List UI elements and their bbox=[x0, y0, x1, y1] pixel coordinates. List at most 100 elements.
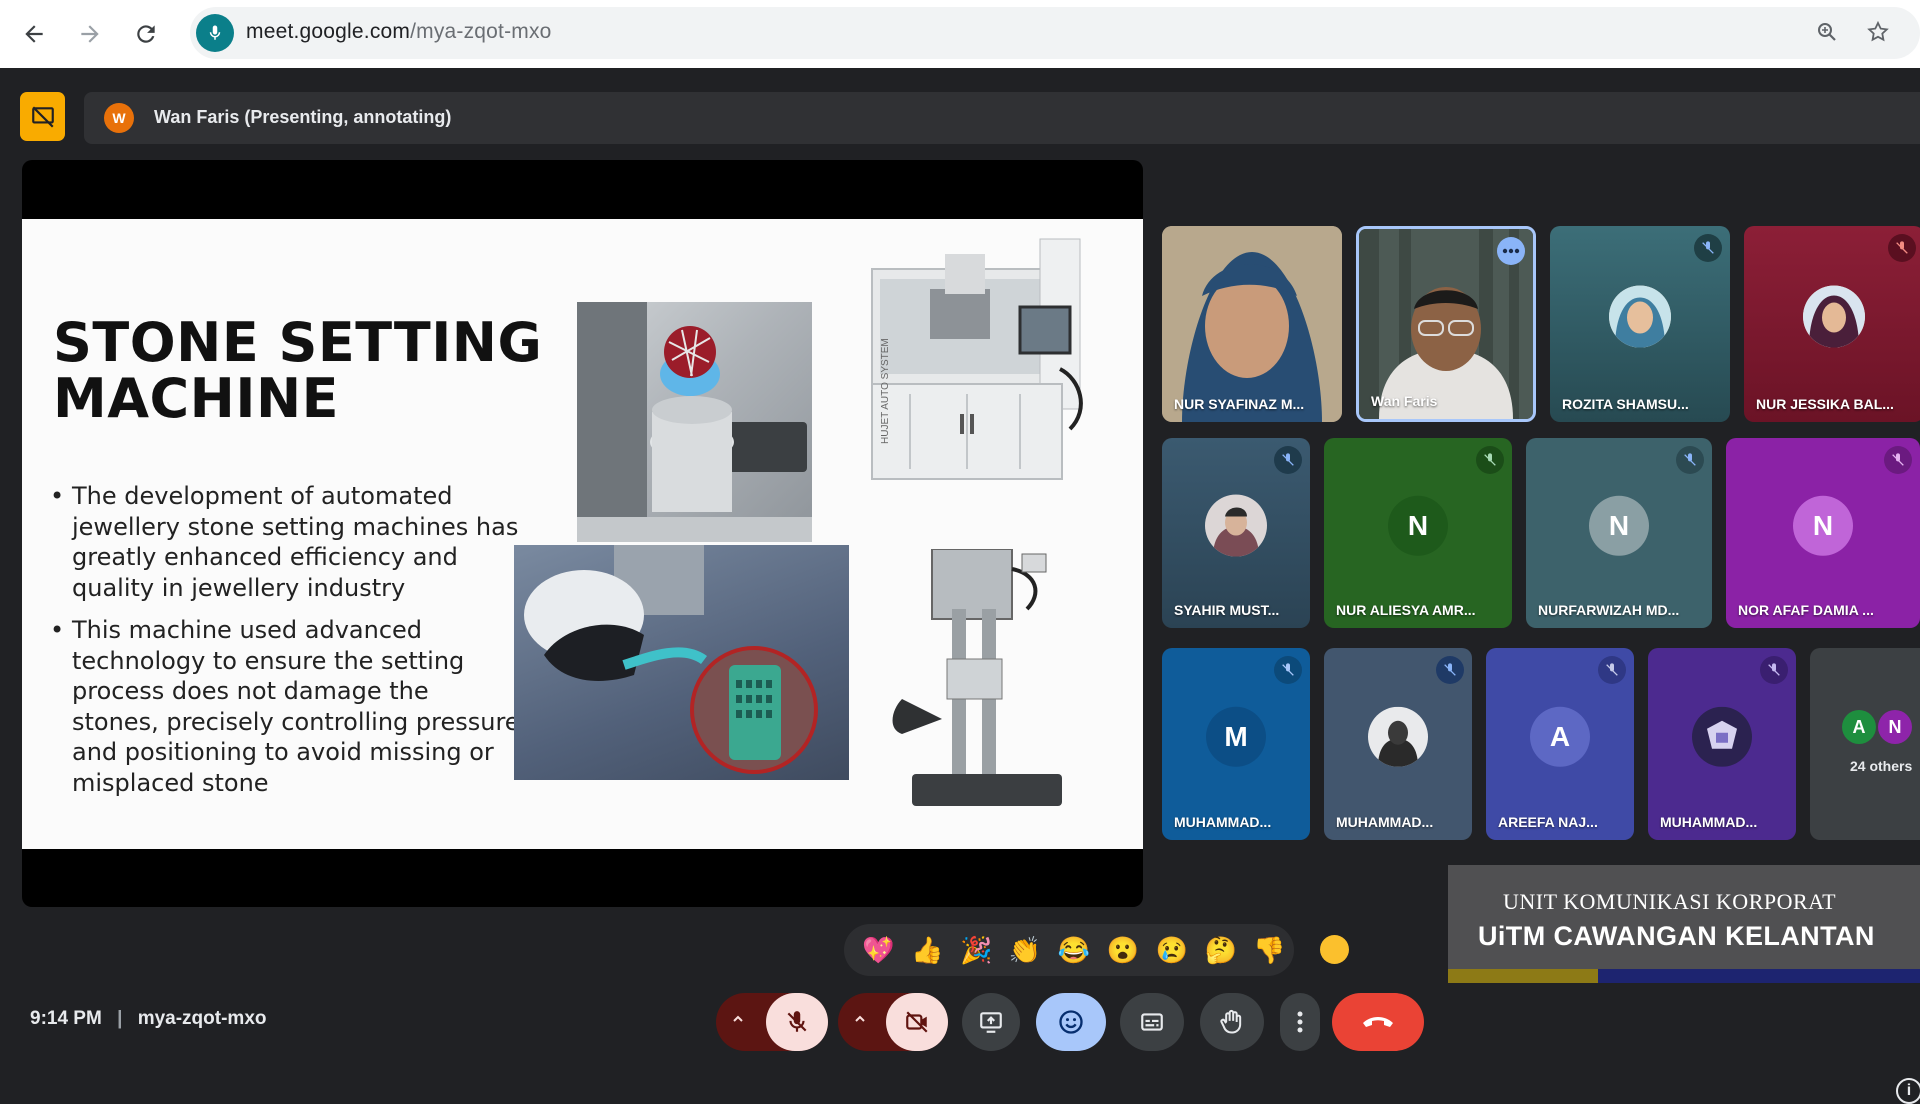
hang-up-icon bbox=[1363, 1017, 1393, 1027]
watermark-line2: UiTM CAWANGAN KELANTAN bbox=[1478, 921, 1875, 951]
participant-tile-6[interactable]: N NUR ALIESYA AMR... bbox=[1324, 438, 1512, 628]
reactions-bar: 💖 👍 🎉 👏 😂 😮 😢 🤔 👎 bbox=[844, 924, 1294, 976]
others-tile[interactable]: A N 24 others bbox=[1810, 648, 1920, 840]
camera-off-button[interactable] bbox=[886, 993, 948, 1051]
more-dots-icon[interactable] bbox=[1497, 237, 1525, 265]
mic-control-group bbox=[716, 993, 828, 1051]
camera-options-chevron-icon[interactable] bbox=[852, 1011, 868, 1032]
captions-button[interactable] bbox=[1120, 993, 1184, 1051]
participant-tile-10[interactable]: MUHAMMAD... bbox=[1324, 648, 1472, 840]
mic-off-icon bbox=[787, 1011, 807, 1032]
meeting-code[interactable]: mya-zqot-mxo bbox=[138, 1008, 267, 1029]
star-icon[interactable] bbox=[1866, 20, 1890, 51]
slide: STONE SETTING MACHINE The development of… bbox=[22, 219, 1143, 849]
participant-name: MUHAMMAD... bbox=[1174, 814, 1272, 830]
mic-off-icon bbox=[1884, 446, 1912, 474]
participant-initial: M bbox=[1206, 706, 1266, 767]
participant-tile-7[interactable]: N NURFARWIZAH MD... bbox=[1526, 438, 1712, 628]
participant-tile-1[interactable]: NUR SYAFINAZ M... bbox=[1162, 226, 1342, 422]
slide-bullets: The development of automated jewellery s… bbox=[50, 481, 520, 810]
participant-name: ROZITA SHAMSU... bbox=[1562, 396, 1689, 412]
presenter-bar: W Wan Faris (Presenting, annotating) bbox=[84, 92, 1920, 144]
participant-name: Wan Faris bbox=[1371, 393, 1438, 409]
participant-name: NUR JESSIKA BAL... bbox=[1756, 396, 1894, 412]
skin-tone-picker[interactable] bbox=[1320, 935, 1349, 964]
mic-off-icon bbox=[1436, 656, 1464, 684]
url-host: meet.google.com bbox=[246, 20, 411, 43]
participant-name: MUHAMMAD... bbox=[1660, 814, 1758, 830]
leave-call-button[interactable] bbox=[1332, 993, 1424, 1051]
reaction-thinking[interactable]: 🤔 bbox=[1196, 928, 1245, 972]
reaction-laugh[interactable]: 😂 bbox=[1050, 928, 1099, 972]
mic-options-chevron-icon[interactable] bbox=[730, 1011, 746, 1032]
participant-tile-11[interactable]: A AREEFA NAJ... bbox=[1486, 648, 1634, 840]
participant-tile-8[interactable]: N NOR AFAF DAMIA ... bbox=[1726, 438, 1920, 628]
participant-name: NUR ALIESYA AMR... bbox=[1336, 602, 1476, 618]
photo-setting-closeup bbox=[514, 545, 849, 780]
mic-off-icon bbox=[1274, 446, 1302, 474]
mic-off-button[interactable] bbox=[766, 993, 828, 1051]
slide-title: STONE SETTING MACHINE bbox=[53, 315, 542, 427]
participant-initial: N bbox=[1589, 495, 1649, 556]
photo-auto-machine: HUJET AUTO SYSTEM bbox=[850, 229, 1130, 489]
back-icon[interactable] bbox=[14, 14, 54, 54]
reaction-sad[interactable]: 😢 bbox=[1147, 928, 1196, 972]
participant-name: NOR AFAF DAMIA ... bbox=[1738, 602, 1874, 618]
reaction-party[interactable]: 🎉 bbox=[952, 928, 1001, 972]
presentation-stage[interactable]: STONE SETTING MACHINE The development of… bbox=[22, 160, 1143, 907]
others-avatar-n: N bbox=[1878, 710, 1912, 744]
present-screen-icon bbox=[980, 1012, 1002, 1033]
participant-name: MUHAMMAD... bbox=[1336, 814, 1434, 830]
presenter-avatar: W bbox=[104, 103, 134, 133]
participant-avatar bbox=[1609, 285, 1671, 348]
more-options-button[interactable] bbox=[1280, 993, 1320, 1051]
current-time: 9:14 PM bbox=[30, 1008, 102, 1029]
participant-tile-12[interactable]: MUHAMMAD... bbox=[1648, 648, 1796, 840]
reload-icon[interactable] bbox=[126, 14, 166, 54]
browser-toolbar: meet.google.com/mya-zqot-mxo bbox=[0, 0, 1920, 68]
participant-name: AREEFA NAJ... bbox=[1498, 814, 1598, 830]
participant-initial: A bbox=[1530, 706, 1590, 767]
slide-title-line2: MACHINE bbox=[53, 367, 340, 430]
zoom-icon[interactable] bbox=[1815, 20, 1839, 51]
presentation-icon[interactable] bbox=[20, 92, 65, 141]
machine-side-label: HUJET AUTO SYSTEM bbox=[880, 338, 891, 444]
address-bar[interactable]: meet.google.com/mya-zqot-mxo bbox=[190, 7, 1920, 59]
reaction-thumbs-down[interactable]: 👎 bbox=[1245, 928, 1294, 972]
meeting-details: 9:14 PM | mya-zqot-mxo bbox=[30, 1008, 267, 1030]
more-options-icon bbox=[1297, 1011, 1303, 1033]
participant-initial: N bbox=[1388, 495, 1448, 556]
info-icon[interactable]: i bbox=[1896, 1078, 1920, 1104]
mic-off-icon bbox=[1694, 234, 1722, 262]
participant-tile-2[interactable]: Wan Faris bbox=[1356, 226, 1536, 422]
presenter-label: Wan Faris (Presenting, annotating) bbox=[154, 107, 452, 127]
participant-tile-5[interactable]: SYAHIR MUST... bbox=[1162, 438, 1310, 628]
participant-name: SYAHIR MUST... bbox=[1174, 602, 1280, 618]
others-count-label: 24 others bbox=[1850, 758, 1913, 774]
participant-tile-9[interactable]: M MUHAMMAD... bbox=[1162, 648, 1310, 840]
camera-control-group bbox=[838, 993, 948, 1051]
present-screen-button[interactable] bbox=[962, 993, 1020, 1051]
forward-icon[interactable] bbox=[70, 14, 110, 54]
raise-hand-button[interactable] bbox=[1200, 993, 1264, 1051]
reaction-heart[interactable]: 💖 bbox=[854, 928, 903, 972]
mic-off-icon bbox=[1476, 446, 1504, 474]
participant-name: NUR SYAFINAZ M... bbox=[1174, 396, 1305, 412]
meet-window: W Wan Faris (Presenting, annotating) STO… bbox=[0, 68, 1920, 1104]
participant-tile-3[interactable]: ROZITA SHAMSU... bbox=[1550, 226, 1730, 422]
reactions-button[interactable] bbox=[1036, 993, 1106, 1051]
participant-tile-4[interactable]: NUR JESSIKA BAL... bbox=[1744, 226, 1920, 422]
site-mic-icon[interactable] bbox=[196, 14, 234, 52]
raise-hand-icon bbox=[1220, 1010, 1242, 1034]
participant-avatar bbox=[1205, 494, 1267, 557]
watermark-bar-navy bbox=[1598, 969, 1920, 983]
participant-name: NURFARWIZAH MD... bbox=[1538, 602, 1680, 618]
reaction-surprised[interactable]: 😮 bbox=[1098, 928, 1147, 972]
captions-icon bbox=[1141, 1013, 1163, 1031]
watermark-line1: UNIT KOMUNIKASI KORPORAT bbox=[1503, 889, 1837, 914]
participant-avatar bbox=[1368, 706, 1428, 767]
reaction-clap[interactable]: 👏 bbox=[1001, 928, 1050, 972]
photo-ring-holder bbox=[577, 302, 812, 542]
reaction-thumbs-up[interactable]: 👍 bbox=[903, 928, 952, 972]
participant-avatar bbox=[1692, 706, 1752, 767]
